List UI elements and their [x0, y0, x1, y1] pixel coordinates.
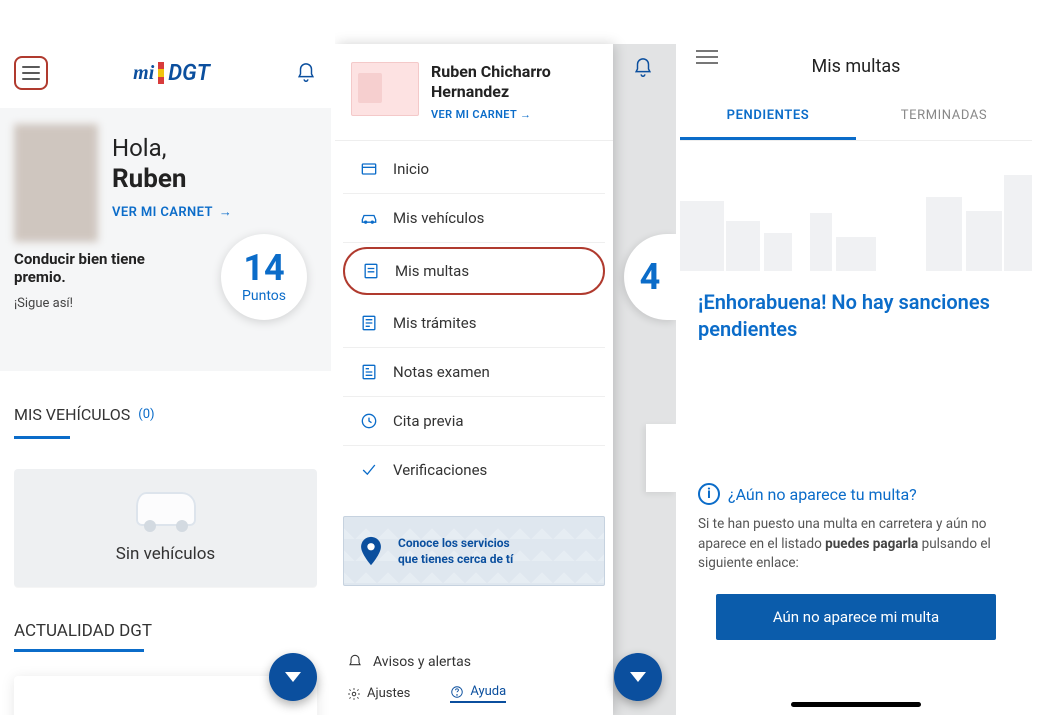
- news-heading: ACTUALIDAD DGT: [14, 621, 317, 641]
- notifications-button[interactable]: [295, 62, 317, 84]
- menu-label: Mis multas: [395, 262, 469, 280]
- fab-dropdown-button[interactable]: [269, 653, 317, 701]
- flag-icon: [158, 62, 164, 84]
- exam-icon: [359, 362, 379, 382]
- menu-vehiculos[interactable]: Mis vehículos: [343, 194, 605, 243]
- menu-notas-examen[interactable]: Notas examen: [343, 348, 605, 397]
- home-indicator: [791, 702, 921, 707]
- logo-dgt: DGT: [168, 61, 210, 86]
- menu-verificaciones[interactable]: Verificaciones: [343, 446, 605, 494]
- car-icon: [136, 492, 196, 526]
- menu-label: Cita previa: [393, 412, 464, 430]
- arrow-right-icon: →: [219, 204, 232, 220]
- no-sanctions-message: ¡Enhorabuena! No hay sanciones pendiente…: [698, 289, 1014, 343]
- news-underline: [14, 649, 144, 652]
- ajustes-link[interactable]: Ajustes: [347, 684, 410, 703]
- ver-mi-carnet-link[interactable]: VER MI CARNET →: [431, 108, 531, 121]
- banner-line1: Conoce los servicios: [398, 536, 510, 550]
- bell-icon: [632, 57, 654, 79]
- points-value: 14: [243, 250, 284, 286]
- car-icon: [359, 208, 379, 228]
- ayuda-link[interactable]: Ayuda: [450, 684, 506, 703]
- help-icon: [450, 685, 464, 699]
- menu-label: Notas examen: [393, 363, 490, 381]
- menu-button[interactable]: [14, 56, 48, 90]
- page-title: Mis multas: [812, 56, 901, 77]
- info-body: Si te han puesto una multa en carretera …: [698, 515, 1014, 574]
- menu-multas[interactable]: Mis multas: [343, 247, 605, 295]
- vehicles-heading: MIS VEHÍCULOS: [14, 405, 130, 424]
- points-peek-value: 4: [640, 256, 661, 298]
- tab-terminadas[interactable]: TERMINADAS: [856, 96, 1032, 140]
- check-icon: [359, 460, 379, 480]
- aun-no-aparece-button[interactable]: Aún no aparece mi multa: [716, 594, 996, 640]
- menu-cita-previa[interactable]: Cita previa: [343, 397, 605, 446]
- menu-label: Inicio: [393, 160, 429, 178]
- logo-mi: mi: [133, 62, 154, 85]
- menu-label: Mis trámites: [393, 314, 476, 332]
- points-badge[interactable]: 14 Puntos: [221, 234, 307, 320]
- menu-label: Mis vehículos: [393, 209, 484, 227]
- info-heading: i ¿Aún no aparece tu multa?: [698, 483, 1014, 505]
- info-heading-text: ¿Aún no aparece tu multa?: [728, 485, 917, 504]
- notifications-button[interactable]: [632, 57, 654, 79]
- card-peek: [646, 424, 676, 492]
- tabs: PENDIENTES TERMINADAS: [680, 96, 1032, 141]
- fab-dropdown-button[interactable]: [614, 653, 662, 701]
- menu-tramites[interactable]: Mis trámites: [343, 299, 605, 348]
- points-peek: 4: [624, 234, 676, 320]
- menu-inicio[interactable]: Inicio: [343, 145, 605, 194]
- vehicles-empty-label: Sin vehículos: [116, 544, 215, 564]
- bell-icon: [295, 62, 317, 84]
- ticket-icon: [361, 261, 381, 281]
- ver-mi-carnet-link[interactable]: VER MI CARNET →: [112, 204, 232, 220]
- ayuda-label: Ayuda: [470, 684, 506, 699]
- points-label: Puntos: [242, 288, 286, 304]
- gear-icon: [347, 687, 361, 701]
- drive-well-title: Conducir bien tiene premio.: [14, 250, 194, 286]
- menu-label: Verificaciones: [393, 461, 487, 479]
- skyline-illustration: [680, 141, 1032, 271]
- home-icon: [359, 159, 379, 179]
- chevron-down-icon: [630, 672, 646, 682]
- ajustes-label: Ajustes: [367, 686, 410, 701]
- nav-drawer: Ruben Chicharro Hernandez VER MI CARNET …: [335, 44, 613, 715]
- banner-line2: que tienes cerca de tí: [398, 552, 513, 566]
- menu-button[interactable]: [696, 50, 718, 64]
- clock-icon: [359, 411, 379, 431]
- bell-outline-icon: [347, 654, 363, 670]
- map-pin-icon: [354, 534, 388, 568]
- vehicles-count: (0): [138, 407, 154, 422]
- vehicles-underline: [14, 436, 70, 439]
- doc-icon: [359, 313, 379, 333]
- info-icon: i: [698, 483, 720, 505]
- avisos-alertas-link[interactable]: Avisos y alertas: [347, 648, 601, 676]
- vehicles-card[interactable]: Sin vehículos: [14, 469, 317, 587]
- user-photo: [14, 124, 98, 242]
- chevron-down-icon: [285, 672, 301, 682]
- tab-pendientes[interactable]: PENDIENTES: [680, 96, 856, 140]
- nearby-services-banner[interactable]: Conoce los servicios que tienes cerca de…: [343, 516, 605, 586]
- app-logo[interactable]: mi DGT: [133, 61, 210, 86]
- avisos-label: Avisos y alertas: [373, 654, 471, 670]
